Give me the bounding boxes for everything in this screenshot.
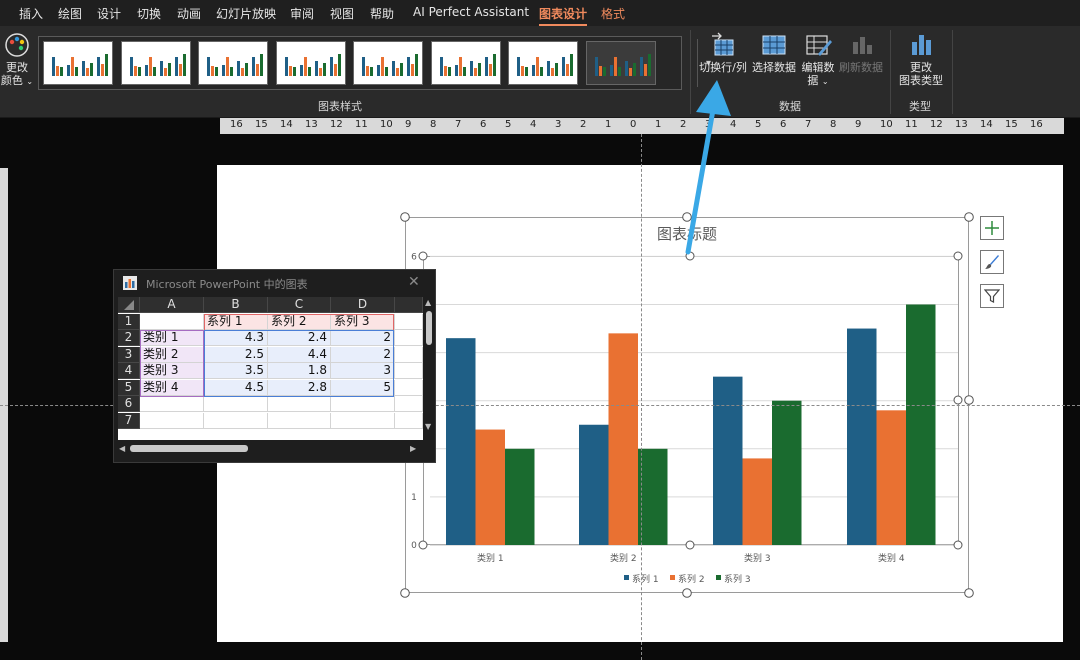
powerpoint-window: 插入 绘图 设计 切换 动画 幻灯片放映 审阅 视图 帮助 AI Perfect Assistan… — [0, 0, 1080, 660]
annotation-arrow — [685, 80, 731, 255]
